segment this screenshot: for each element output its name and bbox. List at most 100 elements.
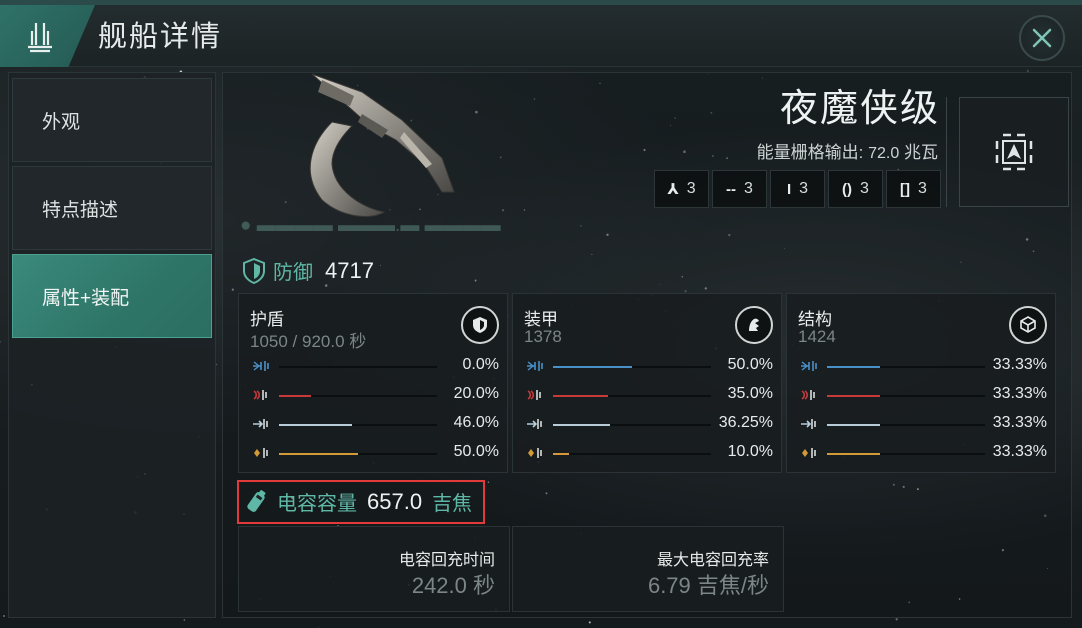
capacitor-recharge-card: 电容回充时间 242.0 秒 (238, 526, 510, 612)
resist-bar-track (827, 395, 985, 397)
resist-bar-track (553, 424, 711, 426)
ship-bracket-icon (995, 133, 1033, 171)
resist-bar-fill (279, 453, 358, 455)
capacitor-title: 电容容量 (277, 493, 357, 515)
resist-row-thermal: 33.33% (799, 385, 1047, 407)
slot-rig: () 3 (828, 170, 883, 208)
page-title: 舰船详情 (98, 21, 223, 53)
high-slot-icon: ⅄ (667, 181, 679, 198)
resist-row-kinetic: 33.33% (799, 414, 1047, 436)
resist-bar-fill (279, 395, 311, 397)
peak-recharge-label: 最大电容回充率 (656, 552, 769, 569)
capacitor-peak-card: 最大电容回充率 6.79 吉焦/秒 (512, 526, 784, 612)
low-slot-icon: I (786, 180, 792, 198)
resist-value: 33.33% (992, 356, 1047, 373)
em-damage-icon (799, 358, 819, 374)
subsystem-slot-icon: [] (900, 180, 911, 198)
rig-slot-icon: () (842, 180, 853, 198)
resist-row-thermal: 20.0% (251, 385, 499, 407)
defense-layer-card: 护盾 1050 / 920.0 秒 0.0% 20.0% 46.0% 50.0% (238, 293, 508, 473)
defense-header: 防御 4717 (243, 256, 374, 285)
shield-layer-icon (461, 306, 499, 344)
resist-value: 10.0% (727, 443, 773, 460)
structure-layer-icon (1009, 306, 1047, 344)
capacitor-value: 657.0 (367, 488, 423, 514)
resist-bar-track (553, 366, 711, 368)
sidebar-item-appearance[interactable]: 外观 (12, 78, 212, 162)
resist-value: 33.33% (992, 443, 1047, 460)
resist-row-explosive: 50.0% (251, 443, 499, 465)
sidebar-item-label: 外观 (42, 111, 81, 133)
sidebar-item-label: 特点描述 (42, 199, 119, 221)
ship-image (309, 73, 455, 217)
header-divider (946, 97, 947, 207)
close-button[interactable] (1019, 15, 1065, 61)
sidebar-item-attributes-fitting[interactable]: 属性+装配 (12, 254, 212, 338)
close-icon (1032, 28, 1052, 48)
slot-high: ⅄ 3 (654, 170, 709, 208)
slot-layout: ⅄ 3 -- 3 I 3 () 3 [] 3 (654, 170, 941, 208)
resist-value: 33.33% (992, 414, 1047, 431)
resist-row-explosive: 33.33% (799, 443, 1047, 465)
powergrid-output: 能量栅格输出: 72.0 兆瓦 (700, 138, 938, 163)
ship-silhouette-icon (28, 23, 52, 53)
resist-value: 36.25% (718, 414, 773, 431)
defense-layer-card: 结构 1424 33.33% 33.33% 33.33% 33.33% (786, 293, 1056, 473)
resist-row-em: 33.33% (799, 356, 1047, 378)
layer-hitpoints: 1378 (524, 327, 562, 346)
capacitor-unit: 吉焦 (432, 493, 473, 515)
armor-layer-icon (735, 306, 773, 344)
recharge-time-value: 242.0 秒 (411, 573, 495, 598)
resist-value: 33.33% (992, 385, 1047, 402)
resist-bar-fill (553, 424, 611, 426)
resist-bar-track (279, 453, 437, 455)
resist-bar-track (827, 453, 985, 455)
ship-name: 夜魔侠级 (779, 88, 940, 130)
resist-row-kinetic: 36.25% (525, 414, 773, 436)
explosive-damage-icon (799, 445, 819, 461)
kinetic-damage-icon (251, 416, 271, 432)
ship-navigation-button[interactable] (959, 97, 1069, 207)
sidebar-item-label: 属性+装配 (42, 287, 130, 309)
slot-mid: -- 3 (712, 170, 767, 208)
resist-bar-track (279, 395, 437, 397)
resist-bar-fill (827, 395, 880, 397)
slot-low: I 3 (770, 170, 825, 208)
layer-hitpoints: 1424 (798, 327, 836, 346)
kinetic-damage-icon (799, 416, 819, 432)
resist-bar-track (827, 424, 985, 426)
defense-shield-icon (243, 257, 265, 284)
slot-count: 3 (918, 180, 927, 197)
slot-count: 3 (744, 180, 753, 197)
resist-bar-track (553, 453, 711, 455)
resist-bar-track (553, 395, 711, 397)
thermal-damage-icon (251, 387, 271, 403)
resist-bar-fill (827, 453, 880, 455)
resist-bar-track (827, 366, 985, 368)
resist-bar-fill (827, 424, 880, 426)
resist-bar-track (279, 424, 437, 426)
resist-row-thermal: 35.0% (525, 385, 773, 407)
defense-title: 防御 (273, 262, 313, 284)
slot-count: 3 (686, 180, 696, 197)
resist-bar-fill (279, 424, 352, 426)
thermal-damage-icon (799, 387, 819, 403)
peak-recharge-value: 6.79 吉焦/秒 (647, 573, 769, 598)
resist-row-em: 50.0% (525, 356, 773, 378)
powergrid-unit: 兆瓦 (904, 143, 938, 162)
em-damage-icon (525, 358, 545, 374)
resist-bar-track (279, 366, 437, 368)
sidebar-item-traits[interactable]: 特点描述 (12, 166, 212, 250)
defense-layer-card: 装甲 1378 50.0% 35.0% 36.25% 10.0% (512, 293, 782, 473)
resist-value: 50.0% (727, 356, 773, 373)
capacitor-header: 电容容量 657.0 吉焦 (245, 487, 472, 516)
recharge-time-label: 电容回充时间 (398, 552, 495, 569)
faded-scroll-row: ● ▬▬▬▬ ▬▬▬.▬ ▬▬▬▬ (240, 215, 501, 233)
resist-bar-fill (553, 395, 609, 397)
explosive-damage-icon (251, 445, 271, 461)
slot-count: 3 (860, 180, 869, 197)
resist-row-em: 0.0% (251, 356, 499, 378)
capacitor-icon (247, 489, 266, 512)
resist-row-kinetic: 46.0% (251, 414, 499, 436)
explosive-damage-icon (525, 445, 545, 461)
